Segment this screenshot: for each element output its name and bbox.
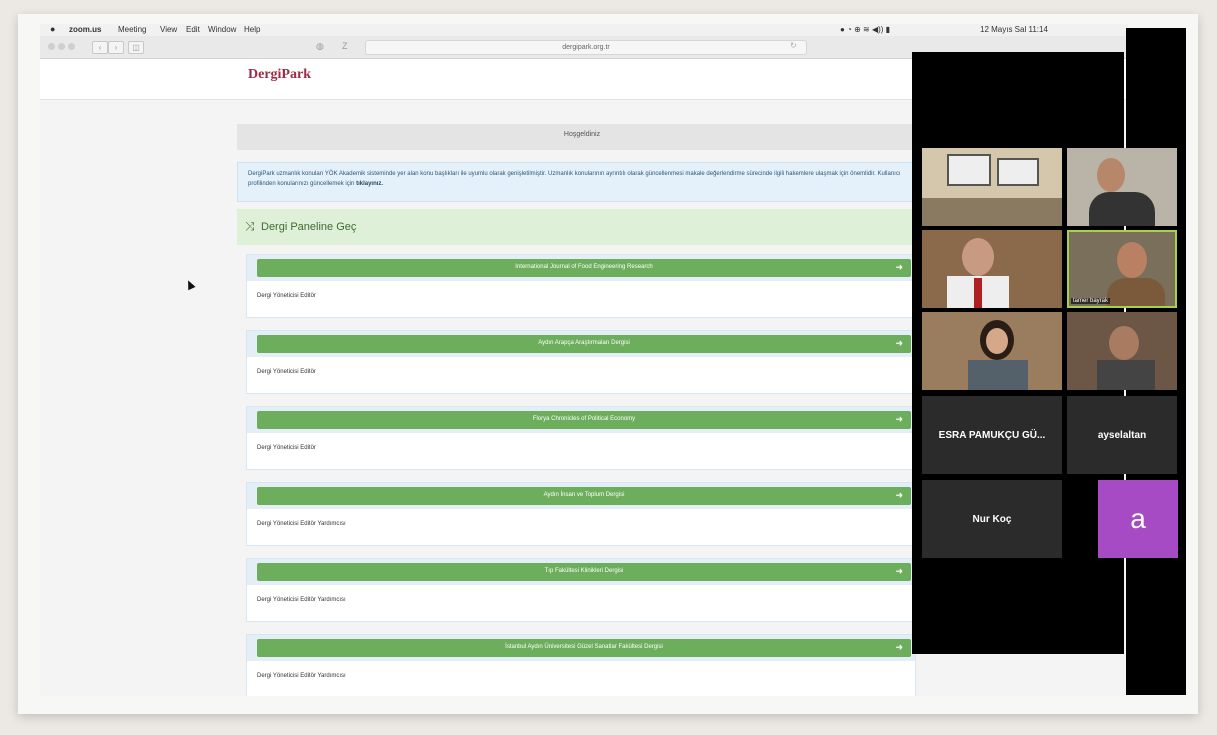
participant-video[interactable] [922, 230, 1062, 308]
journal-name: Florya Chronicles of Political Economy [532, 416, 636, 422]
arrow-right-icon: ➜ [895, 338, 903, 348]
journal-card: Florya Chronicles of Political Economy ➜… [246, 406, 916, 470]
info-link[interactable]: tıklayınız. [356, 181, 383, 187]
zoom-gallery: tamer bayrak ESRA PAMUKÇU GÜ... ayselalt… [912, 52, 1177, 654]
journal-name: İstanbul Aydın Üniversitesi Güzel Sanatl… [505, 644, 663, 650]
site-logo[interactable]: DergiPark [248, 67, 311, 83]
arrow-right-icon: ➜ [895, 414, 903, 424]
info-text: DergiPark uzmanlık konuları YÖK Akademik… [248, 171, 901, 187]
journal-button[interactable]: Florya Chronicles of Political Economy ➜ [257, 411, 911, 429]
journal-role: Dergi Yöneticisi Editör [257, 445, 316, 451]
apple-icon[interactable]: ● [50, 24, 55, 34]
menu-window[interactable]: Window [208, 25, 236, 34]
mac-menubar: ● zoom.us Meeting View Edit Window Help … [40, 24, 1128, 36]
participant-video[interactable] [1067, 148, 1177, 226]
participant-video[interactable] [1067, 312, 1177, 390]
journal-card: International Journal of Food Engineerin… [246, 254, 916, 318]
participant-name: ESRA PAMUKÇU GÜ... [938, 429, 1046, 441]
participant-name: ayselaltan [1097, 429, 1147, 441]
sidebar-icon[interactable]: ◫ [128, 41, 144, 54]
journal-name: Tıp Fakültesi Klinikleri Dergisi [544, 568, 624, 574]
journal-name: International Journal of Food Engineerin… [515, 264, 653, 270]
journal-panel-header[interactable]: ⤨ Dergi Paneline Geç [237, 209, 927, 245]
info-alert: DergiPark uzmanlık konuları YÖK Akademik… [237, 162, 927, 202]
welcome-title: Hoşgeldiniz [563, 131, 601, 138]
journal-list: International Journal of Food Engineerin… [246, 254, 916, 696]
participant-video[interactable] [922, 312, 1062, 390]
reload-icon[interactable]: ↻ [790, 41, 797, 50]
journal-card: Tıp Fakültesi Klinikleri Dergisi ➜ Dergi… [246, 558, 916, 622]
journal-button[interactable]: International Journal of Food Engineerin… [257, 259, 911, 277]
journal-role: Dergi Yöneticisi Editör Yardımcısı [257, 521, 346, 527]
participant-name: Nur Koç [972, 513, 1012, 525]
participant-name-tile[interactable]: Nur Koç [922, 480, 1062, 558]
menubar-clock: 12 Mayıs Sal 11:14 [980, 25, 1048, 34]
journal-card: İstanbul Aydın Üniversitesi Güzel Sanatl… [246, 634, 916, 696]
participant-video[interactable] [922, 148, 1062, 226]
reader-icon[interactable]: Z [342, 41, 348, 51]
journal-button[interactable]: Tıp Fakültesi Klinikleri Dergisi ➜ [257, 563, 911, 581]
welcome-box: Hoşgeldiniz [237, 124, 927, 150]
back-icon[interactable]: ‹ [92, 41, 108, 54]
journal-card: Aydın İnsan ve Toplum Dergisi ➜ Dergi Yö… [246, 482, 916, 546]
journal-button[interactable]: Aydın İnsan ve Toplum Dergisi ➜ [257, 487, 911, 505]
participant-avatar[interactable]: a [1098, 480, 1178, 558]
participant-video-active[interactable]: tamer bayrak [1067, 230, 1177, 308]
journal-role: Dergi Yöneticisi Editör [257, 293, 316, 299]
journal-button[interactable]: İstanbul Aydın Üniversitesi Güzel Sanatl… [257, 639, 911, 657]
journal-role: Dergi Yöneticisi Editör Yardımcısı [257, 673, 346, 679]
status-icons: ● ◔ ⊕ ≋ ◀)) ▮ [840, 25, 891, 34]
menu-app-name[interactable]: zoom.us [69, 25, 101, 34]
arrow-right-icon: ➜ [895, 490, 903, 500]
journal-role: Dergi Yöneticisi Editör Yardımcısı [257, 597, 346, 603]
address-bar[interactable]: dergipark.org.tr [365, 40, 807, 55]
window-controls[interactable] [48, 43, 78, 52]
forward-icon[interactable]: › [108, 41, 124, 54]
arrow-right-icon: ➜ [895, 262, 903, 272]
journal-name: Aydın İnsan ve Toplum Dergisi [543, 492, 625, 498]
arrow-right-icon: ➜ [895, 566, 903, 576]
journal-role: Dergi Yöneticisi Editör [257, 369, 316, 375]
panel-label: Dergi Paneline Geç [261, 221, 357, 233]
journal-card: Aydın Arapça Araştırmaları Dergisi ➜ Der… [246, 330, 916, 394]
participant-name: tamer bayrak [1071, 298, 1111, 304]
journal-button[interactable]: Aydın Arapça Araştırmaları Dergisi ➜ [257, 335, 911, 353]
shuffle-icon: ⤨ [245, 219, 255, 233]
mouse-cursor-icon [184, 278, 196, 291]
shield-icon[interactable]: ◍ [316, 41, 324, 52]
arrow-right-icon: ➜ [895, 642, 903, 652]
menu-edit[interactable]: Edit [186, 25, 200, 34]
journal-name: Aydın Arapça Araştırmaları Dergisi [538, 340, 630, 346]
menu-view[interactable]: View [160, 25, 177, 34]
menu-help[interactable]: Help [244, 25, 260, 34]
menu-meeting[interactable]: Meeting [118, 25, 146, 34]
participant-name-tile[interactable]: ayselaltan [1067, 396, 1177, 474]
participant-name-tile[interactable]: ESRA PAMUKÇU GÜ... [922, 396, 1062, 474]
